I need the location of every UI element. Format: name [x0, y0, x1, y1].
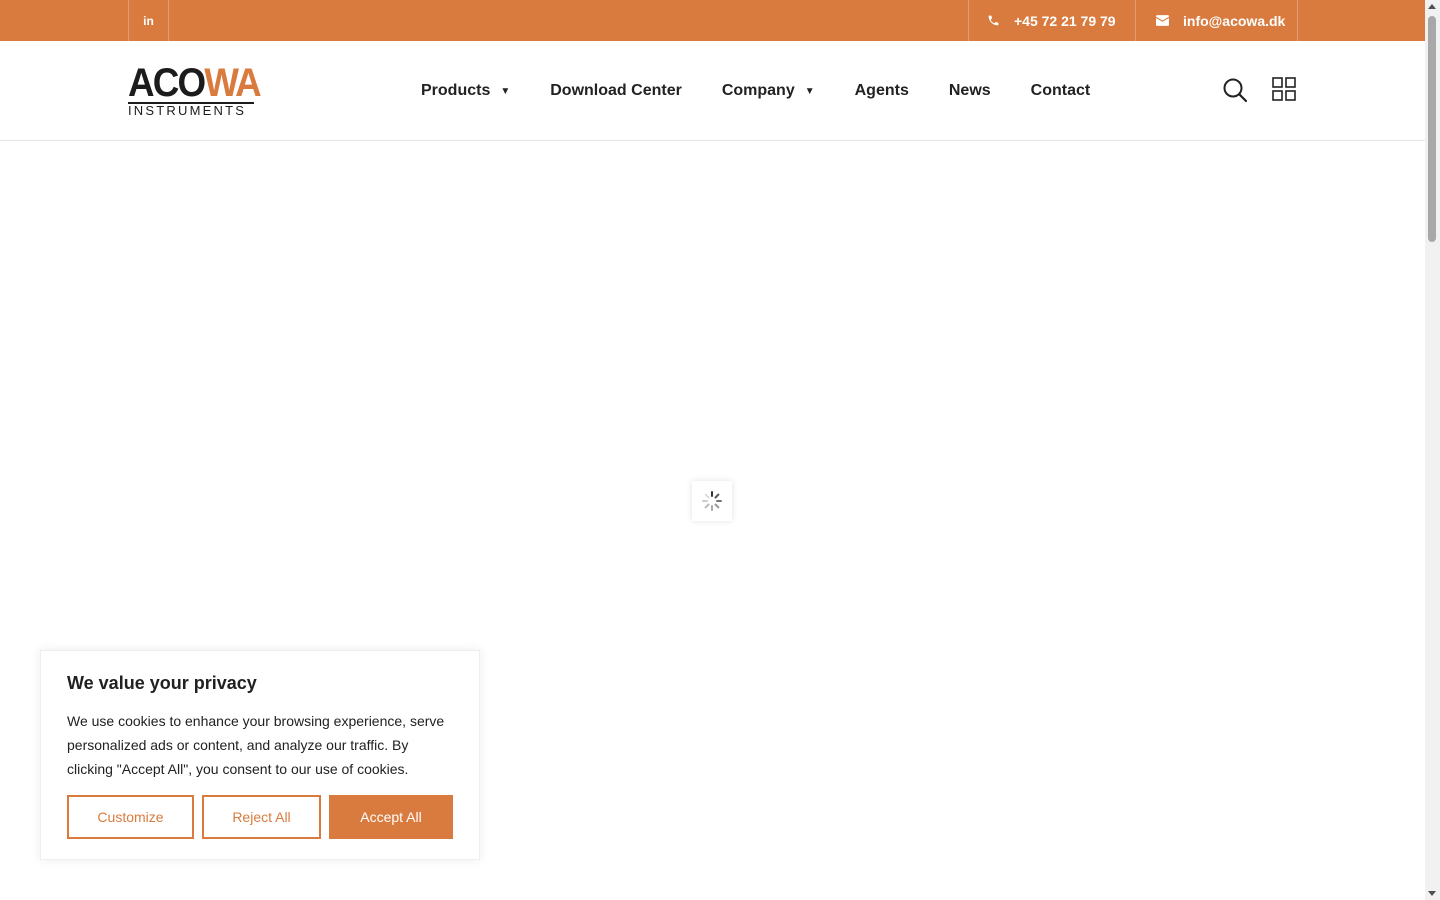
nav-download-center-label: Download Center — [550, 82, 682, 99]
nav-company-label: Company — [721, 82, 795, 99]
logo-part-dark: ACO — [128, 61, 206, 105]
linkedin-icon: in — [143, 13, 154, 28]
logo-part-orange: WA — [204, 61, 261, 105]
phone-link[interactable]: +45 72 21 79 79 — [968, 0, 1135, 41]
phone-icon — [988, 15, 999, 26]
acowa-logo[interactable]: ACO WA INSTRUMENTS — [128, 61, 262, 118]
email-address: info@acowa.dk — [1183, 12, 1286, 29]
search-icon[interactable] — [1222, 77, 1248, 108]
scroll-up-icon[interactable] — [1428, 4, 1436, 9]
cookie-text: We use cookies to enhance your browsing … — [67, 713, 445, 777]
header-actions — [1222, 77, 1296, 108]
scrollbar-thumb[interactable] — [1428, 16, 1436, 242]
caret-down-icon: ▼ — [500, 85, 511, 97]
reject-all-button[interactable]: Reject All — [202, 795, 321, 839]
nav-contact[interactable]: Contact — [1031, 82, 1091, 100]
grid-menu-icon[interactable] — [1272, 77, 1296, 108]
main-nav: Products ▼ Download Center Company ▼ Age… — [421, 41, 1130, 141]
nav-news-label: News — [948, 82, 991, 99]
email-link[interactable]: info@acowa.dk — [1135, 0, 1298, 41]
caret-down-icon: ▼ — [804, 85, 815, 97]
accept-all-button[interactable]: Accept All — [329, 795, 453, 839]
nav-products-label: Products — [421, 82, 491, 99]
phone-number: +45 72 21 79 79 — [1014, 12, 1116, 29]
nav-download-center[interactable]: Download Center — [550, 82, 682, 100]
page-scrollbar[interactable] — [1425, 0, 1440, 900]
top-bar: in +45 72 21 79 79 info@acowa.dk — [0, 0, 1425, 41]
site-header: ACO WA INSTRUMENTS Products ▼ Download Ce… — [0, 41, 1425, 141]
nav-agents[interactable]: Agents — [855, 82, 909, 100]
loading-spinner — [692, 481, 732, 521]
nav-news[interactable]: News — [949, 82, 991, 100]
cookie-consent-banner: We value your privacy We use cookies to … — [40, 650, 480, 860]
nav-contact-label: Contact — [1030, 82, 1091, 99]
customize-button[interactable]: Customize — [67, 795, 194, 839]
envelope-icon — [1156, 15, 1169, 26]
logo-wordmark: ACO WA — [128, 61, 262, 105]
linkedin-link[interactable]: in — [128, 0, 169, 41]
nav-products[interactable]: Products ▼ — [421, 82, 510, 100]
nav-agents-label: Agents — [854, 82, 909, 99]
nav-company[interactable]: Company ▼ — [722, 82, 815, 100]
cookie-buttons: Customize Reject All Accept All — [67, 795, 453, 839]
cookie-title: We value your privacy — [67, 673, 257, 693]
spinner-icon — [702, 491, 722, 511]
scroll-down-icon[interactable] — [1428, 891, 1436, 896]
